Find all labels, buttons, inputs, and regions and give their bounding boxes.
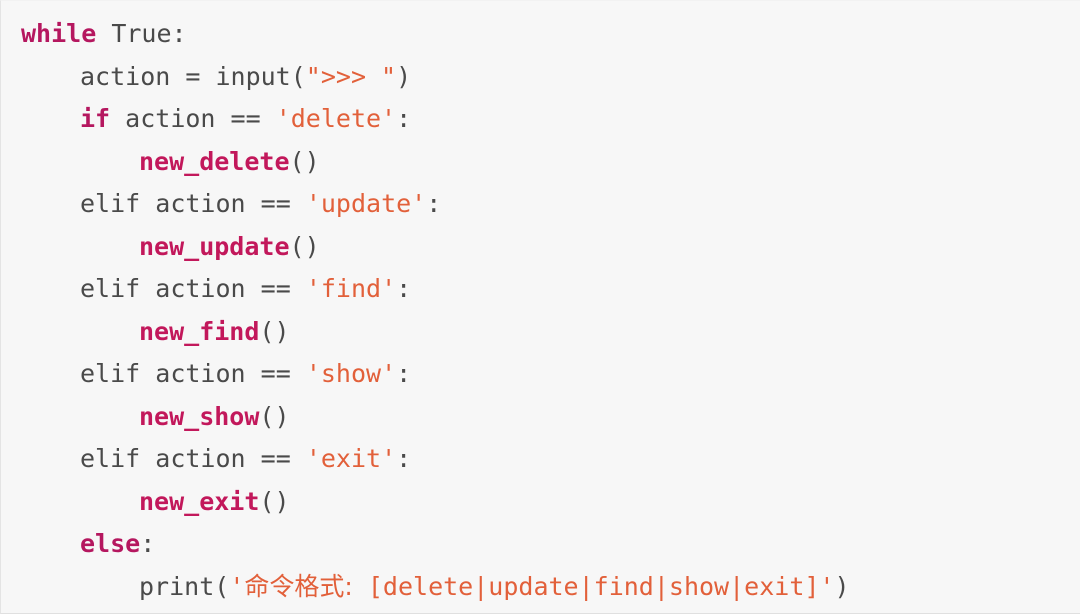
code-line: new_update() xyxy=(1,226,1080,269)
code-line: new_find() xyxy=(1,311,1080,354)
code-token-op: == xyxy=(260,444,291,473)
code-token-plain: print xyxy=(139,571,215,601)
code-line: new_delete() xyxy=(1,141,1080,184)
code-token-op: == xyxy=(260,189,291,218)
code-token-str: 'exit' xyxy=(305,444,397,473)
code-token-fn: new_show xyxy=(139,401,260,431)
code-line: print('命令格式: [delete|update|find|show|ex… xyxy=(1,566,1080,609)
code-block: while True: action = input(">>> ") if acti… xyxy=(0,0,1080,614)
code-token-plain: elif xyxy=(80,274,141,303)
code-token-punct: : xyxy=(171,19,187,48)
code-token-plain: True xyxy=(111,19,172,48)
code-token-punct: : xyxy=(396,274,412,303)
code-token-plain: action xyxy=(140,189,261,218)
code-line: elif action == 'show': xyxy=(1,353,1080,396)
code-token-fn: new_find xyxy=(139,316,260,346)
code-line: while True: xyxy=(1,13,1080,56)
code-token-punct: () xyxy=(289,231,320,261)
code-token-punct: : xyxy=(396,104,412,133)
code-token-fn: new_exit xyxy=(139,486,260,516)
code-token-plain: action xyxy=(110,104,231,133)
code-token-punct: : xyxy=(140,529,156,558)
code-token-cjk: 命令格式: xyxy=(244,571,353,601)
code-line: if action == 'delete': xyxy=(1,98,1080,141)
code-token-punct: : xyxy=(396,444,412,473)
code-line: new_exit() xyxy=(1,481,1080,524)
code-token-str: 'update' xyxy=(305,189,427,218)
code-token-punct: ) xyxy=(396,61,412,91)
code-token-str: 'delete' xyxy=(275,104,397,133)
code-token-punct: () xyxy=(259,401,290,431)
code-token-punct: () xyxy=(259,486,290,516)
code-line: elif action == 'update': xyxy=(1,183,1080,226)
code-line: action = input(">>> ") xyxy=(1,56,1080,99)
code-token-plain: elif xyxy=(80,189,141,218)
code-token-kw: else xyxy=(80,529,141,558)
code-token-str: 'find' xyxy=(305,274,397,303)
code-line: else: xyxy=(1,523,1080,566)
code-token-str: ">>> " xyxy=(305,61,397,91)
code-token-plain: action xyxy=(140,444,261,473)
code-token-str: ' xyxy=(229,571,245,601)
code-token-kw: while xyxy=(21,19,97,48)
code-token-punct: () xyxy=(289,146,320,176)
code-line: new_show() xyxy=(1,396,1080,439)
code-token-punct: ( xyxy=(290,61,306,91)
code-token-plain: action xyxy=(80,61,171,91)
code-line: elif action == 'exit': xyxy=(1,438,1080,481)
code-token-plain: elif xyxy=(80,359,141,388)
code-token-op: == xyxy=(230,104,261,133)
code-token-op: = xyxy=(170,61,216,91)
code-token-str: 'show' xyxy=(305,359,397,388)
code-token-fn: new_update xyxy=(139,231,290,261)
code-token-plain: action xyxy=(140,359,261,388)
code-token-str: [delete|update|find|show|exit]' xyxy=(352,571,835,601)
code-token-punct: ( xyxy=(214,571,230,601)
code-token-plain: action xyxy=(140,274,261,303)
code-token-plain: elif xyxy=(80,444,141,473)
code-lines-container: while True: action = input(">>> ") if acti… xyxy=(1,13,1080,608)
code-token-op: == xyxy=(260,274,291,303)
code-token-punct: : xyxy=(396,359,412,388)
code-token-punct: () xyxy=(259,316,290,346)
code-token-punct: : xyxy=(426,189,442,218)
code-token-plain: input xyxy=(215,61,291,91)
code-token-punct: ) xyxy=(834,571,850,601)
code-token-fn: new_delete xyxy=(139,146,290,176)
code-line: elif action == 'find': xyxy=(1,268,1080,311)
code-token-op: == xyxy=(260,359,291,388)
code-token-kw: if xyxy=(80,104,111,133)
